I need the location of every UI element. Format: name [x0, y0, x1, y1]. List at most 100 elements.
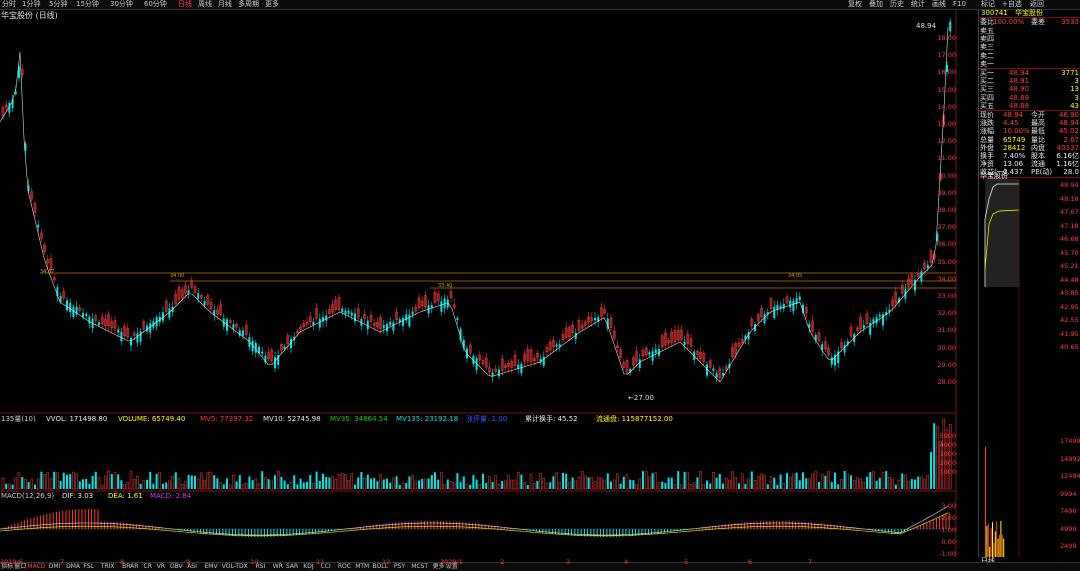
volume-bar — [718, 473, 721, 489]
volume-bar — [779, 474, 782, 489]
volume-bar — [36, 478, 40, 490]
stat-row: 现价 48.94 今开 46.90 — [979, 111, 1080, 119]
volume-bar — [276, 471, 280, 490]
intraday-volume-bar — [987, 523, 989, 557]
volume-bar — [558, 481, 562, 490]
volume-bar — [66, 474, 68, 489]
stock-code: 300741 — [981, 9, 1008, 17]
volume-bar — [798, 480, 801, 489]
candle-body — [648, 352, 651, 355]
price-axis-label: 12.00 — [937, 137, 956, 146]
panel-text: 48.94 — [1058, 119, 1079, 128]
volume-bar — [516, 471, 520, 490]
volume-bar — [744, 484, 747, 489]
stat-row: 涨跌 4.45 最高 48.94 — [979, 119, 1080, 127]
candle-body — [638, 359, 641, 369]
volume-bar — [408, 476, 411, 489]
period-tab[interactable]: 月线 — [218, 0, 232, 9]
volume-bar — [545, 482, 549, 490]
panel-text: 委比 — [980, 18, 994, 26]
volume-bar — [392, 477, 395, 490]
candle-body — [402, 317, 404, 326]
toolbar-item[interactable]: +自选 — [1002, 0, 1022, 9]
candle-body — [187, 290, 190, 294]
toolbar-item[interactable]: 叠加 — [869, 0, 883, 9]
volume-bar — [446, 479, 449, 489]
volume-bar — [571, 477, 574, 489]
period-tab[interactable]: 5分钟 — [49, 0, 67, 9]
kline-chart[interactable] — [0, 9, 960, 557]
volume-bar — [661, 481, 664, 489]
volume-bar — [469, 484, 472, 489]
panel-text: 10.00% — [1003, 127, 1030, 136]
panel-text: 4.45 — [1003, 119, 1019, 128]
ask-row: 卖二 — [979, 52, 1080, 60]
volume-bar — [731, 471, 734, 490]
volume-bar — [680, 484, 683, 490]
volume-bar — [162, 483, 164, 489]
candle-body — [949, 21, 952, 32]
period-tab[interactable]: 30分钟 — [110, 0, 133, 9]
vvol-value: VVOL: 171498.80 — [46, 415, 108, 423]
toolbar-item[interactable]: 统计 — [911, 0, 925, 9]
candle-body — [498, 369, 500, 377]
volume-bar — [293, 475, 296, 489]
volume-bar — [584, 475, 587, 490]
volume-bar — [177, 478, 181, 490]
volume-bar — [34, 484, 36, 489]
volume-bar — [91, 475, 94, 489]
toolbar-item[interactable]: F10 — [953, 0, 966, 9]
date-axis-label: 6 — [748, 558, 753, 566]
volume-bar — [610, 481, 612, 489]
period-tab[interactable]: 60分钟 — [144, 0, 167, 9]
volume-bar — [1, 477, 5, 490]
period-tab[interactable]: 15分钟 — [76, 0, 99, 9]
candle-body — [926, 264, 929, 269]
intraday-volume-bar — [996, 521, 998, 557]
volume-bar — [619, 483, 622, 489]
volume-bar — [574, 480, 578, 490]
volume-bar — [21, 477, 24, 489]
candle-body — [389, 321, 392, 326]
volume-bar — [379, 474, 382, 490]
toolbar-item[interactable]: 画线 — [932, 0, 946, 9]
intraday-volume-bar — [997, 538, 999, 557]
date-axis-label: 10 — [250, 558, 259, 566]
panel-text: 13 — [1070, 85, 1079, 94]
volume-bar — [920, 476, 923, 490]
volume-bar — [126, 481, 130, 490]
period-tab[interactable]: 1分钟 — [22, 0, 40, 9]
mini-price-label: 47.18 — [1060, 221, 1079, 230]
volume-bar — [696, 477, 699, 489]
volume-bar — [536, 480, 539, 489]
period-tab[interactable]: 更多 — [265, 0, 279, 9]
toolbar-item[interactable]: 历史 — [890, 0, 904, 9]
volume-bar — [331, 476, 334, 490]
volume-bar — [24, 479, 27, 490]
intraday-chart[interactable] — [979, 179, 1059, 557]
period-tab[interactable]: 周线 — [198, 0, 212, 9]
candle-body — [443, 298, 446, 309]
volume-bar — [386, 478, 388, 489]
volume-bar — [878, 477, 881, 489]
toolbar-item[interactable]: 复权 — [848, 0, 862, 9]
toolbar-item[interactable]: 标记 — [981, 0, 995, 9]
candle-body — [411, 311, 414, 315]
period-tab[interactable]: 多周期 — [238, 0, 259, 9]
volume-bar — [196, 478, 200, 490]
toolbar-item[interactable]: 返回 — [1030, 0, 1044, 9]
date-axis-label: 2019/6 — [0, 558, 23, 566]
volume-bar — [318, 480, 321, 489]
volume-bar — [350, 473, 354, 490]
volume-bar — [165, 482, 168, 489]
volume-bar — [818, 482, 820, 489]
panel-divider — [979, 110, 1080, 111]
mark-label: 34.00 — [170, 273, 185, 279]
period-tab[interactable]: 日线 — [178, 0, 192, 9]
mini-price-label: 45.21 — [1060, 262, 1079, 270]
period-tab[interactable]: 分时 — [2, 0, 16, 9]
mini-volume-label: 4999 — [1060, 524, 1077, 533]
macd-axis-label: 1.00 — [941, 526, 956, 534]
volume-bar — [753, 479, 757, 490]
volume-bar — [504, 480, 507, 490]
